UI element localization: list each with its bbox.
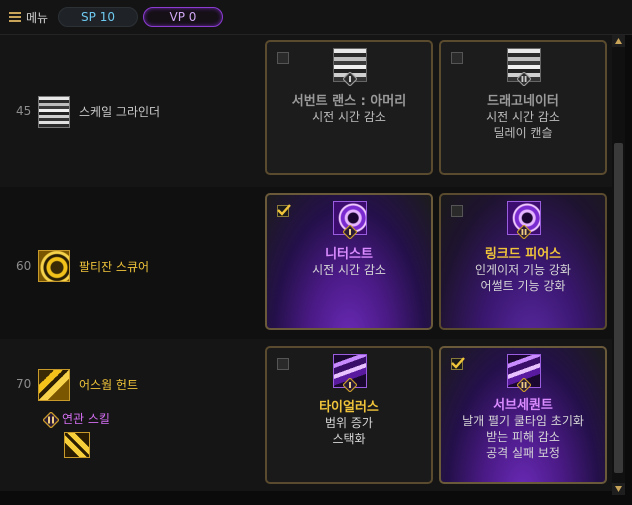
option-checkbox[interactable]	[277, 358, 289, 370]
tier-1-badge-icon	[343, 378, 357, 392]
hamburger-menu-icon[interactable]	[9, 12, 21, 22]
scale-grinder-skill-icon	[38, 96, 70, 128]
arrow-up-icon	[615, 38, 622, 44]
option-checkbox[interactable]	[277, 52, 289, 64]
option-card-45-2[interactable]: 드래고네이터 시전 시간 감소 딜레이 캔슬	[439, 40, 607, 175]
option-checkbox-checked[interactable]	[451, 357, 465, 370]
option-effect: 인게이저 기능 강화	[475, 263, 571, 277]
option-title: 링크드 피어스	[484, 247, 562, 262]
level-label: 60	[16, 259, 32, 273]
arrow-down-icon	[615, 486, 622, 492]
skill-name: 어스웜 헌트	[79, 378, 139, 392]
option-title: 서번트 랜스 : 아머리	[291, 94, 407, 109]
option-card-60-2[interactable]: 링크드 피어스 인게이저 기능 강화 어썰트 기능 강화	[439, 193, 607, 330]
option-title: 니터스트	[325, 247, 373, 262]
option-effect: 딜레이 캔슬	[493, 126, 553, 140]
tier-2-badge-icon	[517, 378, 531, 392]
option-card-60-1[interactable]: 니터스트 시전 시간 감소	[265, 193, 433, 330]
menu-label[interactable]: 메뉴	[26, 9, 48, 26]
skill-name: 팔티잔 스큐어	[79, 260, 150, 274]
option-checkbox-checked[interactable]	[277, 204, 291, 217]
scrollbar-thumb[interactable]	[614, 143, 623, 473]
option-effect: 시전 시간 감소	[312, 263, 386, 277]
scroll-down-button[interactable]	[612, 483, 625, 495]
option-card-70-2[interactable]: 서브세퀀트 날개 펼기 쿨타임 초기화 받는 피해 감소 공격 실패 보정	[439, 346, 607, 484]
option-effect: 시전 시간 감소	[312, 110, 386, 124]
scroll-up-button[interactable]	[612, 35, 625, 47]
associated-skill-label: 연관 스킬	[43, 410, 110, 428]
vertical-scrollbar[interactable]	[612, 35, 625, 495]
option-checkbox[interactable]	[451, 52, 463, 64]
option-effect: 스택화	[332, 432, 366, 446]
associated-skill-icon[interactable]	[64, 432, 90, 458]
top-bar: 메뉴 SP 10 VP 0	[0, 0, 632, 35]
skill-name: 스케일 그라인더	[79, 105, 161, 119]
option-effect: 어썰트 기능 강화	[480, 279, 566, 293]
tier-1-badge-icon	[343, 225, 357, 239]
tier-2-badge-icon	[517, 225, 531, 239]
option-checkbox[interactable]	[451, 205, 463, 217]
associated-skill-text: 연관 스킬	[62, 412, 110, 426]
option-card-45-1[interactable]: 서번트 랜스 : 아머리 시전 시간 감소	[265, 40, 433, 175]
option-effect: 받는 피해 감소	[486, 430, 560, 444]
level-label: 70	[16, 377, 32, 391]
option-effect: 날개 펼기 쿨타임 초기화	[462, 414, 584, 428]
tier-1-badge-icon	[343, 72, 357, 86]
tier-2-badge-icon	[43, 411, 59, 428]
level-label: 45	[16, 104, 32, 118]
option-effect: 시전 시간 감소	[486, 110, 560, 124]
option-effect: 공격 실패 보정	[486, 446, 560, 460]
option-title: 서브세퀀트	[493, 398, 553, 413]
vp-counter: VP 0	[143, 7, 223, 27]
option-card-70-1[interactable]: 타이얼러스 범위 증가 스택화	[265, 346, 433, 484]
earthworm-hunt-skill-icon	[38, 369, 70, 401]
option-title: 드래고네이터	[487, 94, 559, 109]
partisan-skewer-skill-icon	[38, 250, 70, 282]
option-title: 타이얼러스	[319, 400, 379, 415]
option-effect: 범위 증가	[325, 416, 373, 430]
sp-counter: SP 10	[58, 7, 138, 27]
tier-2-badge-icon	[517, 72, 531, 86]
